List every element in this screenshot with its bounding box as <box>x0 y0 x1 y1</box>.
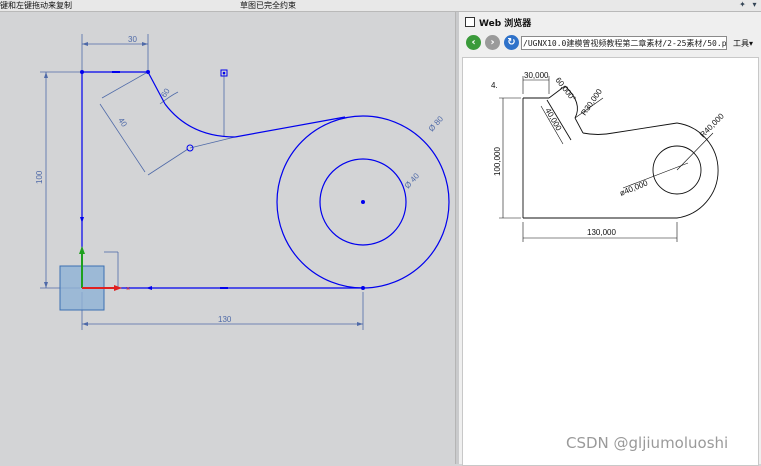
status-bar: 键和左键拖动来复制 草图已完全约束 ✦ ▾ <box>0 0 761 12</box>
ref-dim-top: 30,000 <box>524 71 549 80</box>
reference-labels: 4. 30,000 60,000° 40,000 R30,000 R40,000… <box>491 71 726 237</box>
status-hint-text: 键和左键拖动来复制 <box>0 1 72 10</box>
ref-dim-width: 130,000 <box>587 228 616 237</box>
dim-slot[interactable]: 40 <box>116 116 129 129</box>
y-axis-arrow-icon <box>79 246 85 254</box>
reference-geometry <box>522 85 719 219</box>
sketch-constraint-marks <box>80 69 365 290</box>
dim-inner-circle[interactable]: Ø 40 <box>403 171 422 190</box>
dim-outer-circle[interactable]: Ø 80 <box>427 114 446 133</box>
ref-dim-angle: 60,000° <box>553 76 577 103</box>
window-icon <box>465 17 475 27</box>
tools-menu-label: 工具 <box>733 39 749 48</box>
ref-dim-hole: ø40,000 <box>618 178 649 198</box>
reference-drawing: 4. 30,000 60,000° 40,000 R30,000 R40,000… <box>491 71 726 242</box>
ref-dim-radius-large: R40,000 <box>698 111 726 139</box>
dim-height-left[interactable]: 100 <box>35 170 44 184</box>
dropdown-icon[interactable]: ▾ <box>750 1 759 9</box>
reference-image: 4. 30,000 60,000° 40,000 R30,000 R40,000… <box>462 57 759 466</box>
chevron-down-icon: ▾ <box>749 39 754 48</box>
sketch-canvas[interactable]: 30 100 130 40 60 Ø 80 Ø 40 × <box>0 12 455 464</box>
refresh-icon[interactable]: ↻ <box>504 35 519 50</box>
dim-width-top[interactable]: 30 <box>128 35 137 44</box>
dim-width-bottom[interactable]: 130 <box>218 315 232 324</box>
reference-number: 4. <box>491 81 498 90</box>
browser-titlebar: Web 浏览器 <box>459 12 761 32</box>
sketch-drawing[interactable]: 30 100 130 40 60 Ø 80 Ø 40 × <box>0 12 455 464</box>
browser-nav-bar: ‹ › ↻ /UGNX10.0建模曾视频教程第二章素材/2-25素材/50.pn… <box>459 34 761 54</box>
url-input[interactable]: /UGNX10.0建模曾视频教程第二章素材/2-25素材/50.png <box>521 36 727 50</box>
watermark: CSDN @gljiumoluoshi <box>566 434 729 452</box>
sketch-geometry[interactable] <box>81 71 450 289</box>
x-axis-label-icon: × <box>126 286 130 293</box>
ref-dim-radius-small: R30,000 <box>579 87 604 117</box>
ref-dim-slot: 40,000 <box>543 107 563 133</box>
ref-dim-height: 100,000 <box>493 147 502 176</box>
pin-icon[interactable]: ✦ <box>738 1 747 9</box>
tools-menu[interactable]: 工具▾ <box>733 38 753 49</box>
sketch-status-text: 草图已完全约束 <box>240 1 296 10</box>
back-icon[interactable]: ‹ <box>466 35 481 50</box>
forward-icon[interactable]: › <box>485 35 500 50</box>
browser-title: Web 浏览器 <box>479 19 532 29</box>
web-browser-panel: Web 浏览器 ‹ › ↻ /UGNX10.0建模曾视频教程第二章素材/2-25… <box>459 12 761 466</box>
